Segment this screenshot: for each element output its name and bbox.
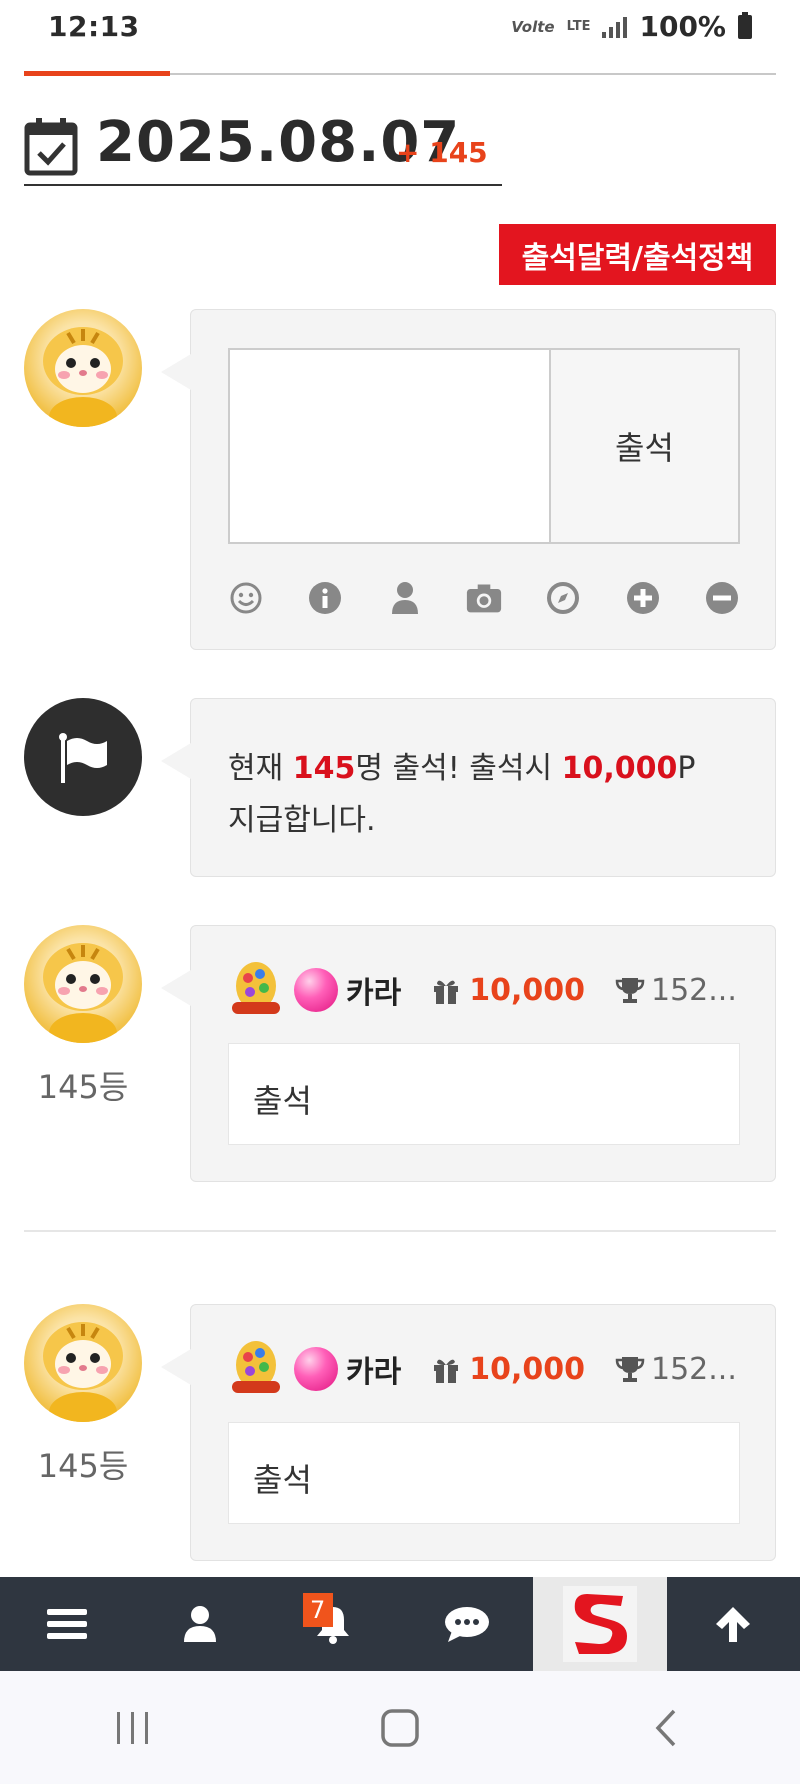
active-tab-indicator — [24, 71, 170, 76]
attendance-entry-card: 카라 10,000 152... 출석 — [161, 925, 776, 1182]
notice-mid: 명 출석! 출석시 — [355, 751, 562, 786]
flag-icon — [59, 733, 107, 783]
gift-icon — [434, 980, 459, 1004]
level-badge-icon — [232, 962, 280, 1014]
entry-divider — [24, 1230, 776, 1232]
notifications-button[interactable]: 7 — [267, 1577, 400, 1671]
home-icon[interactable] — [370, 1698, 430, 1758]
date-header: 2025.08.07 + 145 — [24, 108, 502, 186]
gift-icon — [434, 1359, 459, 1383]
entry-meta: 카라 10,000 152... — [228, 1341, 740, 1397]
level-badge-icon — [232, 1341, 280, 1393]
arrow-up-icon — [716, 1607, 751, 1642]
battery-percent: 100% — [639, 10, 726, 43]
entry-points: 10,000 — [469, 1351, 585, 1387]
menu-icon — [46, 1609, 87, 1639]
tiger-avatar-icon — [43, 1322, 123, 1422]
tiger-avatar-icon — [43, 327, 123, 427]
notice-points: 10,000 — [561, 751, 678, 786]
site-logo — [562, 1586, 637, 1662]
entry-rank: 145등 — [37, 1068, 129, 1106]
tiger-avatar-icon — [43, 943, 123, 1043]
compass-icon[interactable] — [545, 580, 581, 616]
attendance-notice-card: 현재 145명 출석! 출석시 10,000P 지급합니다. — [161, 698, 776, 877]
scroll-top-button[interactable] — [667, 1577, 800, 1671]
lte-indicator: LTE — [566, 18, 591, 34]
notification-count-badge: 7 — [302, 1593, 333, 1627]
volte-indicator: Volte — [511, 17, 555, 36]
clock: 12:13 — [48, 10, 140, 43]
entry-message: 출석 — [228, 1422, 740, 1524]
info-icon[interactable] — [307, 580, 343, 616]
entry-avatar[interactable] — [24, 925, 142, 1043]
back-icon[interactable] — [637, 1698, 697, 1758]
chat-button[interactable] — [400, 1577, 533, 1671]
plus-circle-icon[interactable] — [625, 580, 661, 616]
user-icon — [183, 1606, 216, 1642]
user-icon[interactable] — [387, 580, 423, 616]
attendance-compose-card: 출석 — [161, 309, 776, 650]
compose-toolbar — [228, 580, 740, 616]
attendance-message-input[interactable] — [228, 348, 550, 544]
entry-nickname[interactable]: 카라 — [346, 1347, 401, 1391]
smile-icon[interactable] — [228, 580, 264, 616]
menu-button[interactable] — [0, 1577, 133, 1671]
attendance-policy-button[interactable]: 출석달력/출석정책 — [499, 224, 776, 285]
attendance-entry-card: 카라 10,000 152... 출석 — [161, 1304, 776, 1561]
entry-avatar[interactable] — [24, 1304, 142, 1422]
notice-prefix: 현재 — [228, 751, 293, 786]
recent-apps-icon[interactable] — [103, 1698, 163, 1758]
bottom-nav: 7 — [0, 1577, 800, 1671]
site-logo-button[interactable] — [533, 1577, 667, 1671]
profile-button[interactable] — [133, 1577, 266, 1671]
entry-rank: 145등 — [37, 1447, 129, 1485]
tab-underline — [24, 71, 776, 76]
battery-icon — [738, 11, 752, 39]
signal-icon — [602, 16, 628, 38]
calendar-check-icon — [24, 118, 78, 176]
entry-points: 10,000 — [469, 972, 585, 1008]
attendance-delta: + 145 — [396, 136, 488, 169]
camera-icon[interactable] — [466, 580, 502, 616]
entry-meta: 카라 10,000 152... — [228, 962, 740, 1018]
notice-avatar — [24, 698, 142, 816]
status-bar: 12:13 Volte LTE 100% — [0, 0, 800, 56]
notice-count: 145 — [292, 751, 356, 786]
attendance-notice-text: 현재 145명 출석! 출석시 10,000P 지급합니다. — [228, 743, 728, 847]
entry-nickname[interactable]: 카라 — [346, 968, 401, 1012]
trophy-icon — [615, 1357, 645, 1382]
attendance-submit-button[interactable]: 출석 — [549, 348, 740, 544]
member-badge-icon — [294, 1347, 338, 1391]
system-nav-bar — [0, 1671, 800, 1784]
entry-score: 152... — [650, 972, 737, 1008]
trophy-icon — [615, 978, 645, 1003]
minus-circle-icon[interactable] — [704, 580, 740, 616]
chat-icon — [444, 1607, 489, 1642]
user-avatar — [24, 309, 142, 427]
entry-message: 출석 — [228, 1043, 740, 1145]
member-badge-icon — [294, 968, 338, 1012]
entry-score: 152... — [650, 1351, 737, 1387]
